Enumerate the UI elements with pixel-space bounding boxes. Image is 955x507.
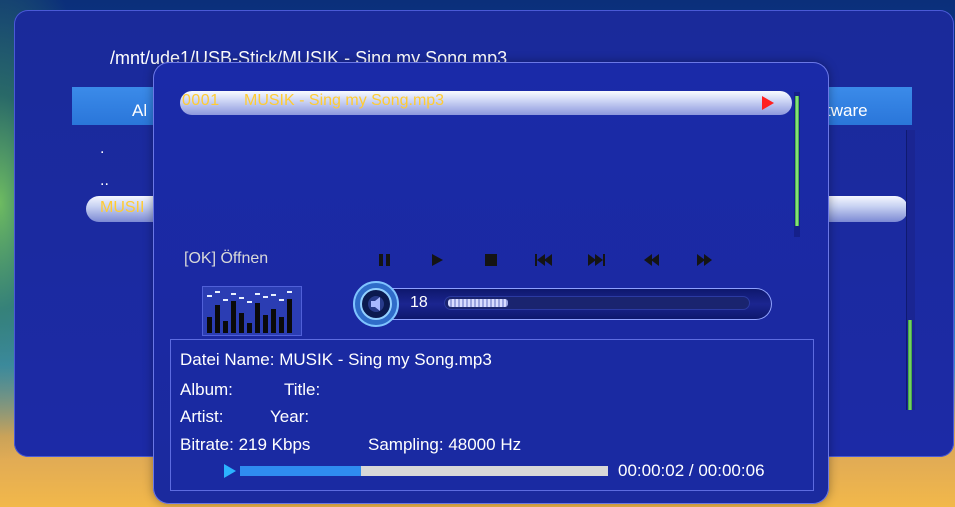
file-list-item-current[interactable]: .: [100, 140, 104, 158]
title-label: Title:: [284, 380, 321, 399]
next-icon[interactable]: [586, 252, 608, 268]
bitrate-text: Bitrate: 219 Kbps: [180, 435, 311, 454]
volume-level: [448, 299, 508, 307]
file-name-text: Datei Name: MUSIK - Sing my Song.mp3: [180, 350, 492, 369]
rewind-icon[interactable]: [640, 252, 662, 268]
stop-icon[interactable]: [480, 252, 502, 268]
volume-value: 18: [410, 294, 428, 311]
progress-play-icon: [224, 464, 236, 478]
file-browser-header-left: Al: [132, 101, 148, 120]
file-browser-header-right: tware: [826, 101, 868, 120]
sampling-text: Sampling: 48000 Hz: [368, 435, 522, 454]
previous-icon[interactable]: [532, 252, 554, 268]
progress-time: 00:00:02 / 00:00:06: [618, 461, 765, 480]
fast-forward-icon[interactable]: [694, 252, 716, 268]
album-label: Album:: [180, 380, 233, 399]
year-label: Year:: [270, 407, 310, 426]
file-list-item-selected-label: MUSII: [100, 199, 145, 216]
play-icon[interactable]: [426, 252, 448, 268]
now-playing-icon: [762, 96, 774, 110]
playlist-number: 0001: [182, 92, 220, 109]
progress-fill: [240, 466, 361, 476]
file-browser-scroll-thumb[interactable]: [908, 320, 912, 410]
equalizer-icon: [202, 286, 302, 336]
playlist-title: MUSIK - Sing my Song.mp3: [244, 92, 445, 109]
ok-open-hint: [OK] Öffnen: [184, 250, 269, 267]
file-list-item-parent[interactable]: ..: [100, 172, 109, 190]
playlist-scroll-thumb[interactable]: [795, 96, 799, 226]
artist-label: Artist:: [180, 407, 224, 426]
pause-icon[interactable]: [374, 252, 396, 268]
volume-icon[interactable]: [352, 280, 400, 328]
